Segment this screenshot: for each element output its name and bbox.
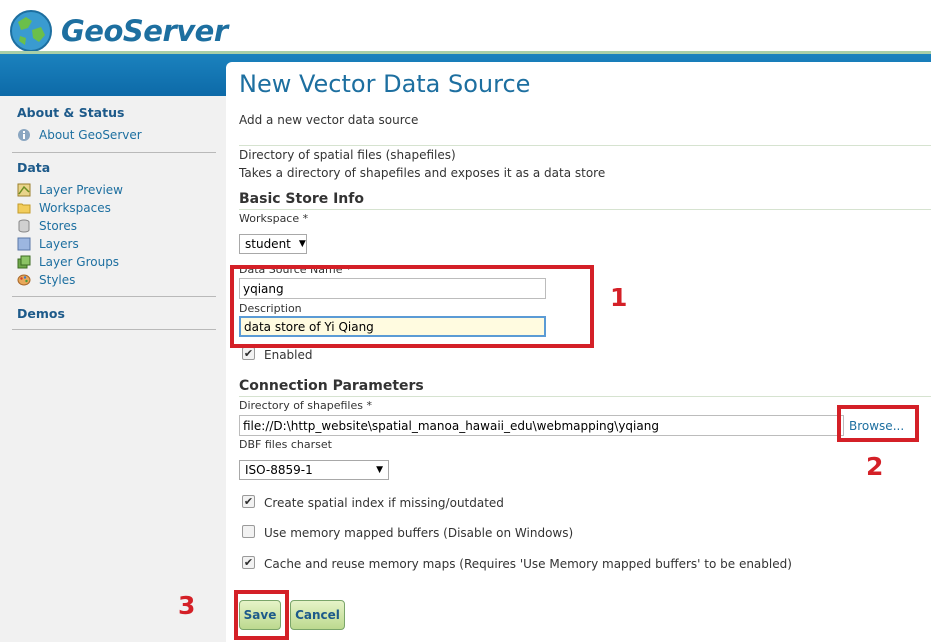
- chevron-down-icon: ▼: [298, 239, 306, 249]
- workspace-select-value: student: [245, 237, 291, 251]
- sidebar-item-layer-groups[interactable]: Layer Groups: [17, 254, 119, 270]
- folder-icon: [17, 203, 31, 214]
- sidebar-item-label: Styles: [39, 273, 76, 287]
- sidebar: About & Status About GeoServer Data Laye…: [0, 96, 226, 642]
- sidebar-item-label: Workspaces: [39, 201, 111, 215]
- cache-memory-maps-checkbox[interactable]: ✔: [242, 556, 255, 569]
- sidebar-item-styles[interactable]: Styles: [17, 272, 75, 288]
- main-panel: New Vector Data Source Add a new vector …: [226, 62, 931, 642]
- sidebar-item-about-geoserver[interactable]: About GeoServer: [17, 127, 142, 143]
- layer-groups-icon: [17, 255, 31, 269]
- basic-store-info-heading: Basic Store Info: [239, 191, 364, 207]
- sidebar-divider: [12, 152, 216, 153]
- enabled-label: Enabled: [264, 348, 313, 362]
- database-icon: [18, 219, 30, 233]
- page-subtitle: Add a new vector data source: [239, 113, 419, 127]
- annotation-box-1: [230, 265, 594, 348]
- palette-icon: [17, 274, 31, 286]
- cache-memory-maps-label: Cache and reuse memory maps (Requires 'U…: [264, 557, 792, 571]
- geoserver-logo-text: GeoServer: [61, 14, 228, 48]
- workspace-select[interactable]: student ▼: [239, 234, 307, 254]
- sidebar-divider: [12, 296, 216, 297]
- annotation-label-3: 3: [178, 591, 196, 620]
- sidebar-divider: [12, 329, 216, 330]
- spatial-index-label: Create spatial index if missing/outdated: [264, 496, 504, 510]
- annotation-box-3: [234, 590, 289, 640]
- divider: [239, 209, 931, 210]
- info-icon: [18, 129, 30, 141]
- sidebar-item-label: Stores: [39, 219, 77, 233]
- annotation-box-2: [837, 405, 919, 442]
- annotation-label-2: 2: [866, 452, 884, 481]
- source-type: Directory of spatial files (shapefiles): [239, 148, 456, 162]
- directory-label: Directory of shapefiles *: [239, 399, 372, 412]
- spatial-index-checkbox[interactable]: ✔: [242, 495, 255, 508]
- sidebar-item-workspaces[interactable]: Workspaces: [17, 200, 111, 216]
- source-description: Takes a directory of shapefiles and expo…: [239, 166, 606, 180]
- sidebar-section-about: About & Status: [17, 105, 125, 120]
- dbf-charset-value: ISO-8859-1: [245, 463, 313, 477]
- dbf-charset-select[interactable]: ISO-8859-1 ▼: [239, 460, 389, 480]
- sidebar-item-label: Layer Preview: [39, 183, 123, 197]
- page-title: New Vector Data Source: [239, 70, 531, 98]
- checkmark-icon: ✔: [243, 347, 254, 360]
- sidebar-section-demos[interactable]: Demos: [17, 306, 65, 321]
- divider: [239, 145, 931, 146]
- divider: [239, 396, 931, 397]
- enabled-checkbox[interactable]: ✔: [242, 347, 255, 360]
- layer-preview-icon: [17, 183, 31, 197]
- chevron-down-icon: ▼: [376, 465, 383, 475]
- connection-parameters-heading: Connection Parameters: [239, 378, 424, 394]
- sidebar-item-layer-preview[interactable]: Layer Preview: [17, 182, 123, 198]
- workspace-label: Workspace *: [239, 212, 309, 225]
- cancel-button[interactable]: Cancel: [290, 600, 345, 630]
- checkmark-icon: ✔: [243, 556, 254, 569]
- sidebar-item-label: About GeoServer: [39, 128, 142, 142]
- sidebar-item-layers[interactable]: Layers: [17, 236, 79, 252]
- memory-mapped-label: Use memory mapped buffers (Disable on Wi…: [264, 526, 574, 540]
- memory-mapped-checkbox[interactable]: [242, 525, 255, 538]
- directory-input[interactable]: file://D:\http_website\spatial_manoa_haw…: [239, 415, 844, 436]
- sidebar-section-data: Data: [17, 160, 51, 175]
- layers-icon: [17, 237, 31, 251]
- sidebar-item-stores[interactable]: Stores: [17, 218, 77, 234]
- sidebar-item-label: Layer Groups: [39, 255, 120, 269]
- sidebar-item-label: Layers: [39, 237, 79, 251]
- dbf-charset-label: DBF files charset: [239, 438, 332, 451]
- checkmark-icon: ✔: [243, 495, 254, 508]
- annotation-label-1: 1: [610, 283, 628, 312]
- geoserver-globe-icon: [10, 10, 52, 52]
- header: GeoServer: [0, 0, 931, 52]
